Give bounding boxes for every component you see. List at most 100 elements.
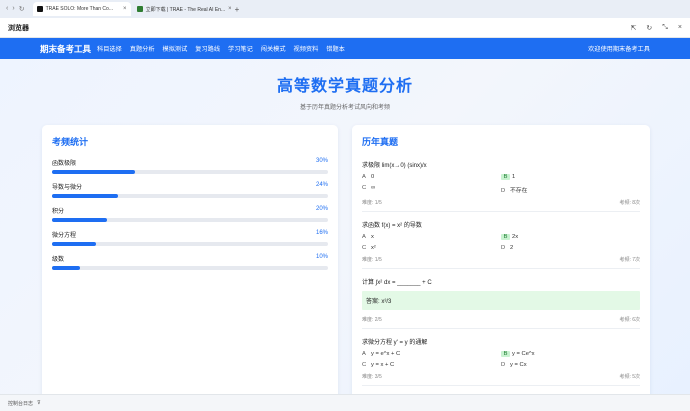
question-meta: 难度: 3/5 考频: 5次	[362, 373, 640, 380]
close-icon[interactable]: ×	[228, 6, 230, 12]
option-text: ∞	[371, 185, 376, 191]
option-text: x	[371, 234, 374, 240]
option-c[interactable]: C ∞	[362, 185, 501, 194]
option-c[interactable]: Cx²	[362, 245, 501, 251]
option-d[interactable]: Dy = Cx	[501, 362, 640, 368]
question-item: 求函数 f(x) = x² 的导数 Ax B 2x Cx² D 2 难度: 1/5 考频: 7次	[362, 218, 640, 269]
option-key: C	[362, 245, 367, 251]
site-navbar: 期末备考工具 科目选择 真题分析 模拟测试 复习路线 学习笔记 闯关模式 视频资…	[0, 38, 690, 59]
close-panel-icon[interactable]: ×	[678, 24, 682, 32]
option-text: y = e^x + C	[371, 351, 401, 357]
nav-item[interactable]: 学习笔记	[228, 44, 253, 53]
option-key: A	[362, 174, 366, 180]
option-key: A	[362, 234, 366, 240]
frequency-row: 微分方程 16%	[52, 230, 328, 239]
topic-percent: 16%	[315, 230, 328, 236]
options-grid: Ax B 2x Cx² D 2	[362, 234, 640, 251]
option-a[interactable]: A0	[362, 174, 501, 180]
option-text: y = Cx	[510, 362, 527, 368]
new-tab-icon[interactable]: +	[235, 5, 240, 14]
question-meta: 难度: 2/5 考频: 6次	[362, 316, 640, 323]
frequency-label: 考频: 8次	[619, 200, 640, 206]
browser-toolbar: 浏览器 ⇱ ↻ ⤡ ×	[0, 18, 690, 38]
topic-percent: 30%	[315, 158, 328, 164]
option-a[interactable]: Ax	[362, 234, 501, 240]
progress-fill	[52, 266, 80, 270]
progress-track	[52, 218, 328, 222]
browser-tab-1[interactable]: TRAE SOLO: More Than Co... ×	[32, 2, 131, 16]
option-b[interactable]: B1	[501, 174, 640, 180]
options-grid: A 0 B 1 C ∞ D 不存在	[362, 174, 640, 194]
frequency-row: 级数 10%	[52, 254, 328, 263]
site-brand[interactable]: 期末备考工具	[40, 43, 91, 55]
open-external-icon[interactable]: ⇱	[631, 24, 637, 32]
topic-percent: 20%	[315, 206, 328, 212]
option-d[interactable]: D 不存在	[501, 185, 640, 194]
option-text: 2	[510, 245, 514, 251]
nav-item[interactable]: 视频资料	[294, 44, 319, 53]
option-c[interactable]: Cy = x + C	[362, 362, 501, 368]
nav-item[interactable]: 科目选择	[97, 44, 122, 53]
progress-track	[52, 242, 328, 246]
console-log-label[interactable]: 控制台日志	[8, 400, 33, 407]
close-icon[interactable]: ×	[123, 6, 127, 12]
nav-item[interactable]: 复习路线	[195, 44, 220, 53]
frequency-label: 考频: 6次	[619, 317, 640, 323]
browser-tab-2[interactable]: 立即下载 | TRAE - The Real AI En... ×	[133, 2, 231, 16]
topic-percent: 24%	[315, 182, 328, 188]
question-meta: 难度: 1/5 考频: 8次	[362, 199, 640, 206]
frequency-row: 积分 20%	[52, 206, 328, 215]
difficulty-label: 难度: 1/5	[362, 257, 382, 263]
frequency-label: 考频: 5次	[619, 374, 640, 380]
welcome-text: 欢迎使用期末备考工具	[588, 46, 650, 53]
page-subtitle: 基于历年真题分析考试风向和考频	[299, 105, 390, 111]
option-text: 0	[371, 174, 375, 180]
topic-name: 积分	[52, 209, 65, 215]
option-a[interactable]: Ay = e^x + C	[362, 351, 501, 357]
option-text: x²	[371, 245, 376, 251]
frequency-row: 函数极限 30%	[52, 158, 328, 167]
question-text: 求函数 f(x) = x² 的导数	[362, 223, 422, 229]
frequency-item: 级数 10%	[52, 254, 328, 270]
progress-track	[52, 170, 328, 174]
nav-item[interactable]: 错题本	[326, 44, 345, 53]
option-key: D	[501, 362, 506, 368]
browser-tabstrip: ‹ › ↻ TRAE SOLO: More Than Co... × 立即下载 …	[0, 0, 690, 18]
browser-nav-buttons: ‹ › ↻	[4, 5, 31, 13]
option-b[interactable]: By = Ce^x	[501, 351, 640, 357]
option-key: B	[501, 234, 510, 240]
progress-track	[52, 194, 328, 198]
option-d[interactable]: D2	[501, 245, 640, 251]
refresh-icon[interactable]: ↻	[646, 24, 652, 32]
trae-favicon-icon	[36, 6, 43, 12]
option-key: C	[362, 185, 367, 191]
option-text: 1	[512, 174, 516, 180]
back-icon[interactable]: ‹	[6, 5, 8, 13]
frequency-item: 函数极限 30%	[52, 158, 328, 174]
question-item: 求极限 lim(x→0) (sinx)/x A 0 B 1 C ∞ D 不存在 难度: 1/5 考频…	[362, 158, 640, 212]
nav-item[interactable]: 模拟测试	[163, 44, 188, 53]
question-text: 求极限 lim(x→0) (sinx)/x	[362, 163, 427, 169]
frequency-card-title: 考频统计	[52, 137, 89, 147]
filter-icon[interactable]: ⊽	[37, 400, 41, 406]
nav-item[interactable]: 真题分析	[130, 44, 155, 53]
frequency-list: 函数极限 30% 导数与微分 24% 积分 20% 微分方程 16% 级数 10%	[52, 158, 328, 270]
toolbar-title: 浏览器	[8, 24, 29, 32]
frequency-card: 考频统计 函数极限 30% 导数与微分 24% 积分 20% 微分方程 16% 级数 10%	[42, 125, 338, 394]
option-b[interactable]: B 2x	[501, 234, 640, 240]
option-key: D	[501, 188, 506, 194]
nav-item[interactable]: 闯关模式	[261, 44, 286, 53]
progress-fill	[52, 170, 135, 174]
frequency-row: 导数与微分 24%	[52, 182, 328, 191]
reload-icon[interactable]: ↻	[19, 5, 25, 13]
frequency-label: 考频: 7次	[619, 257, 640, 263]
question-item: 计算 ∫x² dx = _______ + C 答案: x³/3 难度: 2/5 考频…	[362, 275, 640, 329]
forward-icon[interactable]: ›	[12, 5, 14, 13]
option-key: D	[501, 245, 506, 251]
collapse-icon[interactable]: ⤡	[662, 24, 668, 32]
topic-percent: 10%	[315, 254, 328, 260]
progress-track	[52, 266, 328, 270]
option-text: y = Ce^x	[512, 351, 535, 357]
difficulty-label: 难度: 2/5	[362, 317, 382, 323]
option-key: B	[501, 351, 510, 357]
